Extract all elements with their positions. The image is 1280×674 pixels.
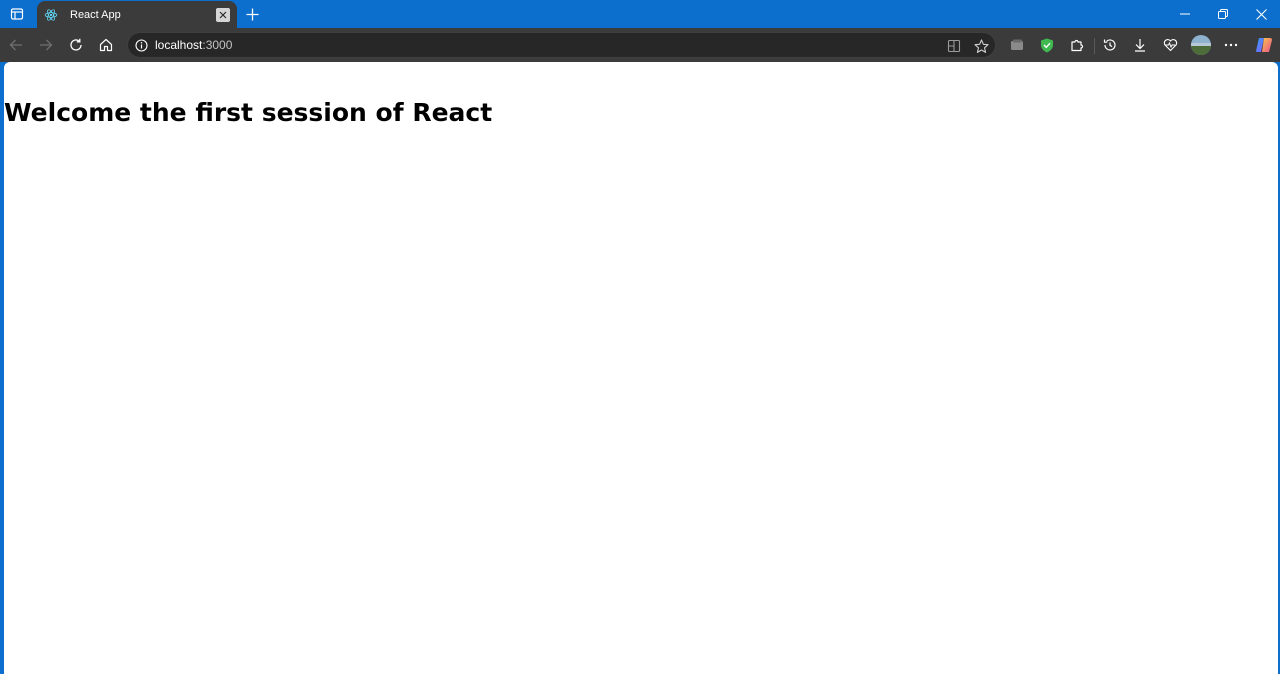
profile-button[interactable]: [1188, 32, 1214, 58]
browser-toolbar: localhost:3000: [0, 28, 1280, 62]
star-icon[interactable]: [972, 37, 990, 55]
info-icon[interactable]: [134, 38, 148, 52]
shield-extension-button[interactable]: [1034, 32, 1060, 58]
refresh-icon: [69, 38, 83, 52]
restore-button[interactable]: [1204, 0, 1242, 28]
toolbar-divider: [1094, 38, 1095, 54]
page-viewport: Welcome the first session of React: [4, 62, 1278, 674]
extensions-button[interactable]: [1064, 32, 1090, 58]
page-heading: Welcome the first session of React: [4, 98, 493, 127]
react-logo-icon: [44, 8, 58, 22]
download-icon: [1133, 38, 1147, 52]
copilot-button[interactable]: [1251, 32, 1277, 58]
address-bar[interactable]: localhost:3000: [127, 32, 996, 58]
minimize-icon: [1180, 9, 1190, 19]
address-url[interactable]: localhost:3000: [155, 38, 232, 52]
forward-button[interactable]: [33, 32, 59, 58]
tab-title: React App: [70, 8, 121, 21]
home-icon: [99, 38, 113, 52]
wallet-icon: [1010, 38, 1024, 52]
tab-react-app[interactable]: React App: [37, 1, 237, 28]
more-button[interactable]: [1218, 32, 1244, 58]
restore-icon: [1218, 9, 1228, 19]
minimize-button[interactable]: [1166, 0, 1204, 28]
close-icon[interactable]: [216, 7, 230, 22]
forward-arrow-icon: [39, 38, 53, 52]
split-screen-icon[interactable]: [945, 37, 963, 55]
copilot-icon: [1255, 36, 1273, 54]
more-icon: [1224, 43, 1238, 47]
back-arrow-icon: [9, 38, 23, 52]
tab-strip: React App: [0, 0, 1280, 28]
close-icon: [1255, 8, 1267, 20]
heart-pulse-icon: [1163, 38, 1178, 52]
wallet-extension-button[interactable]: [1004, 32, 1030, 58]
close-window-button[interactable]: [1242, 0, 1280, 28]
refresh-button[interactable]: [63, 32, 89, 58]
new-tab-button[interactable]: [240, 2, 264, 26]
back-button[interactable]: [3, 32, 29, 58]
url-port: :3000: [202, 38, 233, 52]
downloads-button[interactable]: [1127, 32, 1153, 58]
shield-icon: [1040, 38, 1054, 53]
tab-actions-icon[interactable]: [4, 2, 30, 26]
avatar: [1190, 34, 1212, 56]
history-icon: [1103, 38, 1117, 52]
history-button[interactable]: [1097, 32, 1123, 58]
plus-icon: [246, 8, 259, 21]
puzzle-icon: [1070, 38, 1084, 52]
browser-essentials-button[interactable]: [1157, 32, 1183, 58]
home-button[interactable]: [93, 32, 119, 58]
url-host: localhost: [155, 38, 203, 52]
